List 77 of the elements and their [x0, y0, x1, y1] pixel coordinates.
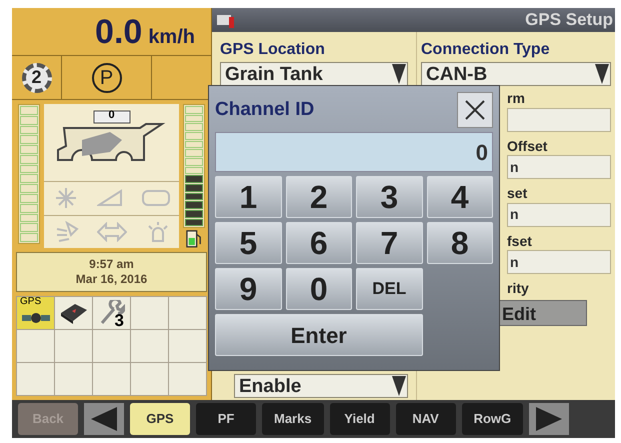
digit-key[interactable]: 7 — [356, 222, 422, 264]
delete-key[interactable]: DEL — [356, 268, 422, 310]
digit-key[interactable]: 8 — [426, 222, 493, 264]
nav-tab[interactable]: NAV — [396, 403, 456, 435]
input-field[interactable]: n — [507, 250, 611, 274]
nav-tab[interactable]: Yield — [330, 403, 390, 435]
shortcut-tile[interactable] — [55, 297, 93, 330]
satellite-icon — [22, 311, 50, 325]
dropdown-arrow-icon — [594, 63, 610, 85]
digit-key[interactable]: 5 — [215, 222, 282, 264]
input-field[interactable] — [507, 108, 611, 132]
beacon-icon — [146, 220, 170, 243]
gps-label: GPS — [20, 297, 42, 307]
wrench-icon — [98, 300, 124, 326]
book-icon — [58, 301, 88, 325]
digit-key[interactable]: 4 — [426, 176, 493, 218]
grid-cell[interactable] — [17, 330, 55, 363]
digit-key[interactable]: 1 — [215, 176, 282, 218]
dropdown-field[interactable]: CAN-B — [421, 62, 611, 86]
nav-tab[interactable]: Marks — [262, 403, 324, 435]
fuel-pump-icon — [185, 230, 203, 248]
enter-key[interactable]: Enter — [215, 314, 422, 356]
dropdown-field[interactable]: Enable — [234, 374, 408, 398]
field-label: set — [507, 185, 528, 202]
grid-cell[interactable] — [93, 330, 131, 363]
fan-icon — [54, 186, 78, 210]
plate-icon — [142, 190, 170, 206]
field-label: rm — [507, 90, 526, 108]
parking-brake-icon: P — [92, 62, 122, 92]
nav-tab[interactable]: RowG — [462, 403, 524, 435]
next-button[interactable] — [529, 403, 570, 435]
wedge-icon — [96, 189, 122, 208]
digit-key[interactable]: 2 — [286, 176, 352, 218]
grid-cell[interactable] — [55, 363, 93, 396]
digit-key[interactable]: 3 — [356, 176, 422, 218]
nav-tab[interactable]: PF — [196, 403, 256, 435]
screen-title: GPS Setup — [525, 9, 614, 32]
field-label: rity — [507, 280, 530, 298]
field-label: Connection Type — [421, 40, 551, 60]
grid-cell[interactable] — [169, 330, 207, 363]
grid-cell[interactable] — [131, 363, 169, 396]
field-label: Offset — [507, 138, 548, 155]
digit-key[interactable]: 9 — [215, 268, 282, 310]
dialog-title: Channel ID — [215, 98, 314, 122]
grid-cell[interactable] — [131, 297, 169, 330]
grid-cell[interactable] — [55, 330, 93, 363]
grid-cell[interactable] — [169, 297, 207, 330]
close-icon — [464, 99, 486, 121]
wrench-count: 3 — [114, 312, 124, 329]
close-button[interactable] — [457, 92, 493, 128]
dropdown-field[interactable]: Grain Tank — [220, 62, 408, 86]
digit-key[interactable]: 6 — [286, 222, 352, 264]
grid-cell[interactable] — [17, 363, 55, 396]
shortcut-tile[interactable]: 3 — [93, 297, 131, 330]
nav-tab[interactable]: GPS — [130, 403, 190, 435]
speed-unit: km/h — [148, 27, 195, 49]
grid-cell[interactable] — [131, 330, 169, 363]
clock-date: Mar 16, 2016 — [76, 272, 148, 287]
value-display[interactable]: 0 — [215, 132, 493, 172]
dropdown-arrow-icon — [391, 375, 407, 397]
right-arrow-icon — [535, 406, 564, 432]
clock-time: 9:57 am — [89, 257, 134, 272]
input-field[interactable]: n — [507, 202, 611, 226]
shortcut-tile[interactable]: GPS — [17, 297, 55, 330]
input-field[interactable]: n — [507, 155, 611, 179]
grain-counter: 0 — [108, 108, 115, 123]
grid-cell[interactable] — [169, 363, 207, 396]
dropdown-arrow-icon — [391, 63, 407, 85]
field-label: fset — [507, 232, 533, 250]
field-label: GPS Location — [220, 40, 326, 60]
speed-value: 0.0 — [95, 15, 142, 49]
gear-icon: 2 — [22, 62, 52, 92]
previous-button[interactable] — [84, 403, 124, 435]
turn-signal-icon — [97, 222, 128, 242]
grid-cell[interactable] — [93, 363, 131, 396]
digit-key[interactable]: 0 — [286, 268, 352, 310]
left-arrow-icon — [90, 406, 118, 432]
